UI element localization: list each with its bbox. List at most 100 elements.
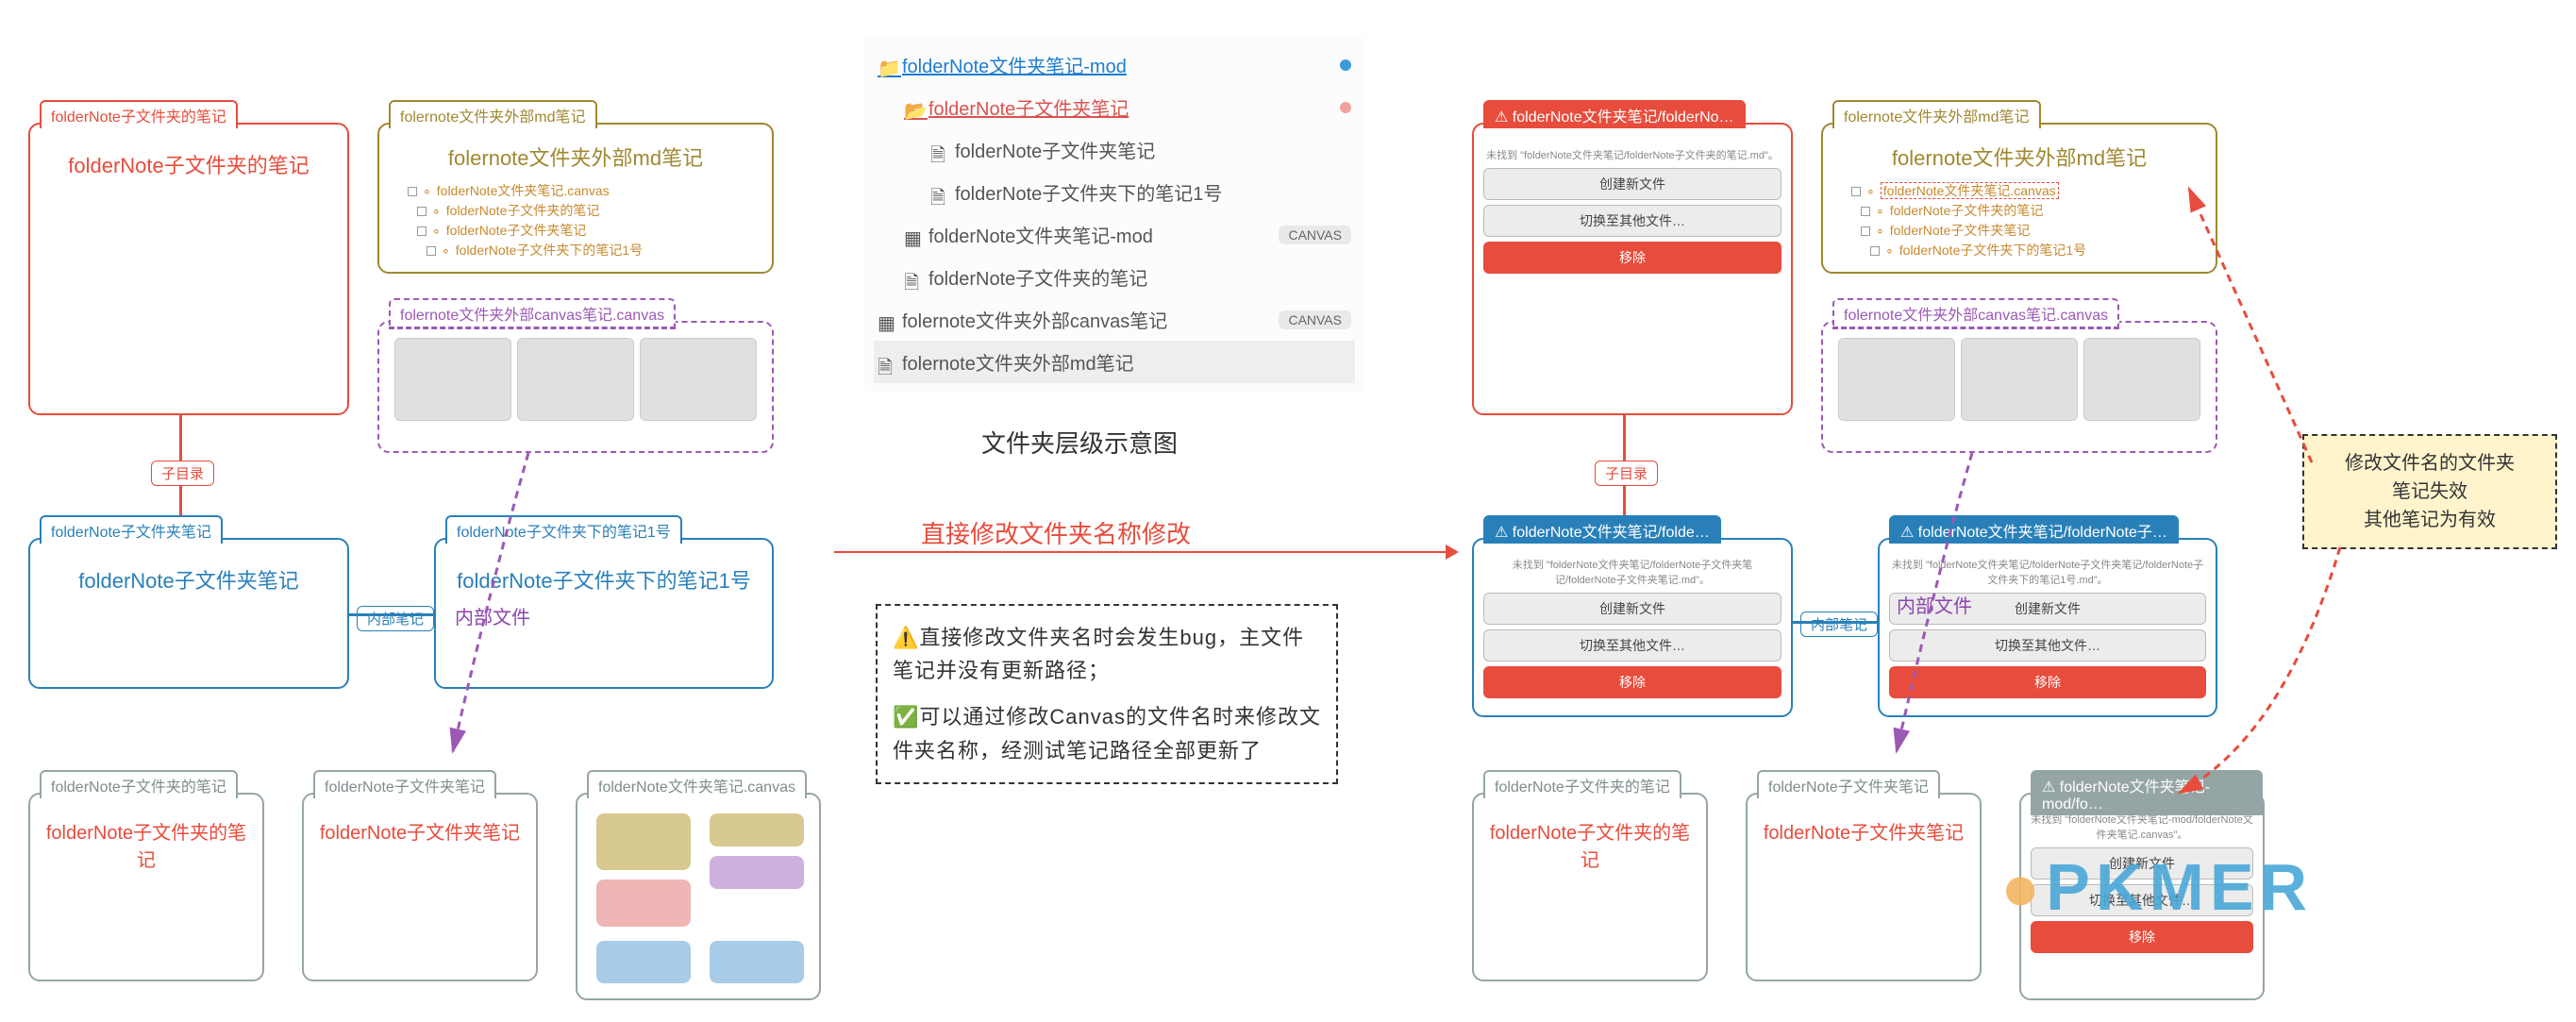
remove-button[interactable]: 移除: [1483, 242, 1781, 274]
badge-inner-note: 内部笔记: [357, 606, 434, 631]
card-tab: ⚠ folderNote文件夹笔记/folderNote子…: [1889, 515, 2179, 544]
card-tab: folderNote子文件夹的笔记: [40, 100, 238, 128]
connector: [179, 485, 182, 515]
outline-item[interactable]: ∘folderNote子文件夹下的笔记1号: [408, 241, 762, 260]
connector: [1793, 621, 1878, 624]
doc-icon: 🗎: [930, 142, 947, 159]
outline-item[interactable]: ∘folderNote子文件夹笔记: [408, 221, 762, 241]
tree-row[interactable]: 🗎folderNote子文件夹下的笔记1号: [874, 171, 1355, 213]
canvas-thumbnails: [389, 332, 762, 427]
checkbox-icon: [417, 207, 427, 216]
checkbox-icon: [408, 187, 417, 196]
outline-list: ∘folderNote文件夹笔记.canvas∘folderNote子文件夹的笔…: [1832, 181, 2206, 260]
tree-label: folderNote子文件夹笔记: [928, 93, 1129, 121]
ok-text: ✅可以通过修改Canvas的文件名时来修改文件夹名称，经测试笔记路径全部更新了: [893, 700, 1321, 766]
card-tab: ⚠ folderNote文件夹笔记/folderNo…: [1483, 100, 1746, 128]
card-tab: folernote文件夹外部md笔记: [1832, 100, 2041, 128]
card-tab: ⚠ folderNote文件夹笔记-mod/fo…: [2031, 770, 2263, 815]
warning-text: ⚠️直接修改文件夹名时会发生bug，主文件笔记并没有更新路径；: [893, 621, 1321, 687]
outline-text: folderNote文件夹笔记.canvas: [1881, 181, 2059, 201]
tree-row[interactable]: 🗎 folderNote子文件夹笔记: [874, 128, 1355, 171]
remove-button[interactable]: 移除: [2031, 921, 2253, 953]
switch-button[interactable]: 切换至其他文件…: [1483, 205, 1781, 237]
tree-row[interactable]: 🗎 folernote文件夹外部md笔记: [874, 341, 1355, 383]
outline-item[interactable]: ∘folderNote文件夹笔记.canvas: [1851, 181, 2206, 201]
remove-button[interactable]: 移除: [1889, 666, 2206, 698]
left-grey-card-canvas: folderNote文件夹笔记.canvas: [576, 793, 821, 1000]
outline-text: folderNote子文件夹的笔记: [446, 201, 600, 221]
card-title: folderNote子文件夹下的笔记1号: [445, 564, 762, 595]
tree-row[interactable]: 📂 folderNote子文件夹笔记: [874, 86, 1355, 128]
outline-item[interactable]: ∘folderNote子文件夹下的笔记1号: [1851, 241, 2206, 260]
handwritten-label: 内部文件: [1897, 591, 1972, 618]
doc-icon: 🗎: [904, 269, 921, 286]
folder-open-icon: 📂: [904, 99, 921, 116]
left-grey-card-1: folderNote子文件夹的笔记 folderNote子文件夹的笔记: [28, 793, 264, 981]
checkbox-icon: [1861, 226, 1870, 236]
left-grey-card-2: folderNote子文件夹笔记 folderNote子文件夹笔记: [302, 793, 538, 981]
yellow-line-2: 笔记失效: [2317, 477, 2542, 506]
outline-item[interactable]: ∘folderNote子文件夹笔记: [1851, 221, 2206, 241]
tree-label: folernote文件夹外部md笔记: [902, 348, 1134, 376]
outline-item[interactable]: ∘folderNote子文件夹的笔记: [1851, 201, 2206, 221]
card-tab: folderNote子文件夹的笔记: [40, 770, 238, 798]
doc-icon: 🗎: [878, 354, 895, 371]
canvas-pill: CANVAS: [1279, 310, 1351, 329]
right-card-error-1: ⚠ folderNote文件夹笔记/folderNo… 未找到 "folderN…: [1472, 123, 1793, 415]
create-button[interactable]: 创建新文件: [1483, 593, 1781, 625]
notes-box: ⚠️直接修改文件夹名时会发生bug，主文件笔记并没有更新路径； ✅可以通过修改C…: [876, 604, 1338, 784]
right-card-error-2: ⚠ folderNote文件夹笔记/folde… 未找到 "folderNote…: [1472, 538, 1793, 717]
tree-row[interactable]: ▦folderNote文件夹笔记-modCANVAS: [874, 213, 1355, 256]
connector: [349, 613, 434, 616]
switch-button[interactable]: 切换至其他文件…: [1889, 629, 2206, 662]
left-card-external-canvas: folernote文件夹外部canvas笔记.canvas: [377, 321, 774, 453]
card-title: folderNote子文件夹笔记: [40, 564, 338, 595]
card-title: folderNote子文件夹的笔记: [1483, 817, 1697, 872]
card-title: folderNote子文件夹笔记: [1757, 817, 1970, 845]
badge-inner-note: 内部笔记: [1800, 612, 1878, 637]
outline-list: ∘folderNote文件夹笔记.canvas∘folderNote子文件夹的笔…: [389, 181, 762, 260]
tree-label: folderNote文件夹笔记-mod: [928, 221, 1153, 248]
outline-item[interactable]: ∘folderNote子文件夹的笔记: [408, 201, 762, 221]
left-card-note1: folderNote子文件夹下的笔记1号 folderNote子文件夹下的笔记1…: [434, 538, 774, 689]
right-card-external-md: folernote文件夹外部md笔记 folernote文件夹外部md笔记 ∘f…: [1821, 123, 2217, 274]
outline-item[interactable]: ∘folderNote文件夹笔记.canvas: [408, 181, 762, 201]
card-tab: folderNote子文件夹笔记: [313, 770, 496, 798]
canvas-thumbnails: [1832, 332, 2206, 427]
checkbox-icon: [1870, 246, 1880, 256]
outline-text: folderNote文件夹笔记.canvas: [437, 181, 610, 201]
canvas-pill: CANVAS: [1279, 226, 1351, 244]
connector: [179, 415, 182, 461]
canvas-node: [710, 856, 804, 889]
card-tab: folderNote子文件夹笔记: [40, 515, 223, 544]
card-tab: folernote文件夹外部canvas笔记.canvas: [389, 298, 676, 329]
checkbox-icon: [1861, 207, 1870, 216]
tree-row[interactable]: 📁folderNote文件夹笔记-mod: [874, 43, 1355, 86]
right-grey-card-2: folderNote子文件夹笔记 folderNote子文件夹笔记: [1746, 793, 1982, 981]
arrow-main: [834, 551, 1457, 553]
create-button[interactable]: 创建新文件: [1483, 168, 1781, 200]
tree-row[interactable]: 🗎folderNote子文件夹的笔记: [874, 256, 1355, 298]
file-tree: 📁folderNote文件夹笔记-mod📂folderNote子文件夹笔记🗎fo…: [864, 34, 1364, 393]
card-title: folernote文件夹外部md笔记: [389, 142, 762, 172]
watermark: ●PKMER: [2000, 849, 2313, 925]
tree-label: folderNote子文件夹笔记: [955, 136, 1155, 163]
tree-label: folernote文件夹外部canvas笔记: [902, 306, 1167, 333]
card-tab: folernote文件夹外部md笔记: [389, 100, 597, 128]
yellow-line-3: 其他笔记为有效: [2317, 506, 2542, 534]
badge-subdirectory: 子目录: [151, 461, 214, 486]
canvas-node: [710, 813, 804, 846]
switch-button[interactable]: 切换至其他文件…: [1483, 629, 1781, 662]
connector: [1623, 415, 1626, 461]
canvas-node: [596, 880, 691, 927]
remove-button[interactable]: 移除: [1483, 666, 1781, 698]
error-message: 未找到 "folderNote文件夹笔记/folderNote子文件夹笔记/fo…: [1483, 557, 1781, 587]
card-tab: ⚠ folderNote文件夹笔记/folde…: [1483, 515, 1721, 544]
checkbox-icon: [417, 226, 427, 236]
outline-text: folderNote子文件夹的笔记: [1890, 201, 2044, 221]
tree-row[interactable]: ▦folernote文件夹外部canvas笔记CANVAS: [874, 298, 1355, 341]
connector: [1623, 485, 1626, 515]
handwritten-label: 内部文件: [455, 602, 762, 629]
error-message: 未找到 "folderNote文件夹笔记/folderNote子文件夹笔记/fo…: [1889, 557, 2206, 587]
left-card-external-md: folernote文件夹外部md笔记 folernote文件夹外部md笔记 ∘f…: [377, 123, 774, 274]
